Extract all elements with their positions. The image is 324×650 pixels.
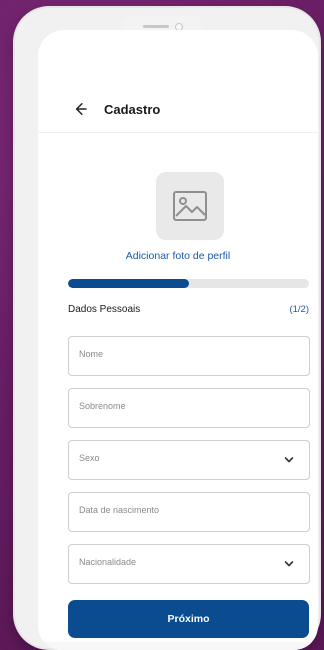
step-indicator: (1/2) (289, 304, 309, 315)
profile-photo-placeholder[interactable] (156, 172, 224, 240)
add-profile-photo-link[interactable]: Adicionar foto de perfil (38, 250, 318, 262)
chevron-down-icon (284, 457, 294, 463)
app-header: Cadastro (38, 90, 318, 130)
section-title: Dados Pessoais (68, 304, 141, 315)
next-button[interactable]: Próximo (68, 600, 309, 638)
nacionalidade-placeholder: Nacionalidade (79, 557, 137, 567)
sobrenome-placeholder: Sobrenome (79, 401, 126, 411)
progress-bar (68, 279, 309, 288)
data-nascimento-field[interactable]: Data de nascimento (68, 492, 310, 532)
nome-placeholder: Nome (79, 349, 104, 359)
sexo-placeholder: Sexo (79, 453, 100, 463)
nome-field[interactable]: Nome (68, 336, 310, 376)
arrow-left-icon[interactable] (71, 100, 89, 118)
page-title: Cadastro (104, 102, 161, 117)
progress-fill (68, 279, 189, 288)
sexo-select[interactable]: Sexo (68, 440, 310, 480)
app-screen: Cadastro Adicionar foto de perfil Dados … (38, 30, 318, 650)
sobrenome-field[interactable]: Sobrenome (68, 388, 310, 428)
bottom-bar (38, 642, 318, 650)
header-divider (38, 132, 318, 133)
image-placeholder-icon (173, 191, 207, 221)
speaker-icon (143, 25, 169, 28)
data-nascimento-placeholder: Data de nascimento (79, 505, 160, 515)
phone-frame: Cadastro Adicionar foto de perfil Dados … (15, 8, 319, 650)
chevron-down-icon (284, 561, 294, 567)
nacionalidade-select[interactable]: Nacionalidade (68, 544, 310, 584)
